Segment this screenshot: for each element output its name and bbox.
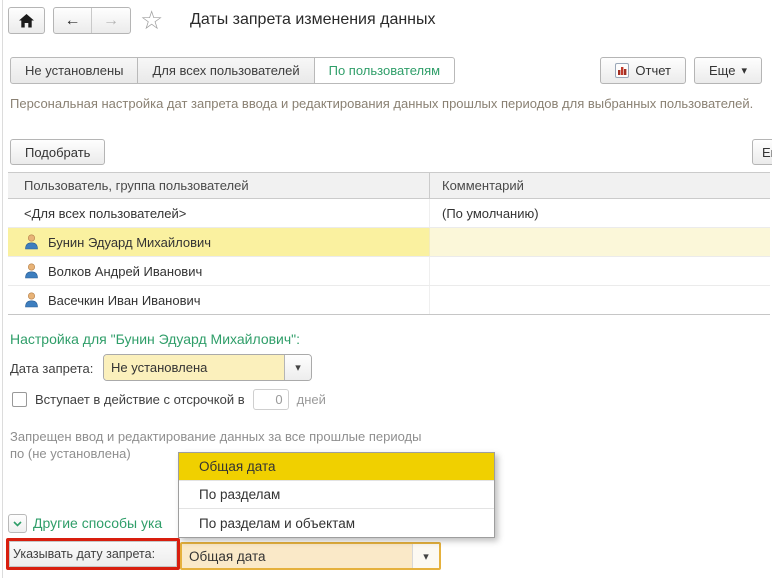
favorite-star-icon[interactable]: ☆ [140,6,163,34]
forward-button[interactable]: → [92,8,130,33]
chevron-down-icon [13,521,22,527]
cell-comment [430,257,770,285]
cell-user-text: <Для всех пользователей> [24,206,186,221]
combo-arrow-icon[interactable]: ▾ [412,544,439,568]
table-row[interactable]: Васечкин Иван Иванович [8,286,770,315]
method-combobox[interactable]: Общая дата ▾ [180,542,441,570]
method-value: Общая дата [182,544,412,568]
delay-checkbox-label: Вступает в действие с отсрочкой в [35,392,245,407]
home-icon [19,14,34,28]
page-title: Даты запрета изменения данных [190,11,436,29]
dropdown-item-by-sections[interactable]: По разделам [179,481,494,509]
cell-user-text: Волков Андрей Иванович [48,264,202,279]
description-text: Персональная настройка дат запрета ввода… [10,96,753,111]
combo-arrow-icon[interactable]: ▾ [284,355,311,380]
delay-checkbox[interactable] [12,392,27,407]
cell-user: Волков Андрей Иванович [8,257,430,285]
delay-days-input[interactable] [253,389,289,410]
cell-user: Васечкин Иван Иванович [8,286,430,314]
more-button-label: Еще [709,63,735,78]
cell-comment [430,228,770,256]
person-icon [24,263,39,279]
more-button[interactable]: Еще ▾ [694,57,762,84]
dropdown-item-by-sections-objects[interactable]: По разделам и объектам [179,509,494,537]
users-table: Пользователь, группа пользователей Комме… [8,172,770,315]
report-button[interactable]: Отчет [600,57,686,84]
window-edge-divider [2,0,3,578]
back-button[interactable]: ← [54,8,92,33]
table-row-selected[interactable]: Бунин Эдуард Михайлович [8,228,770,257]
app-window: ← → ☆ Даты запрета изменения данных Не у… [0,0,772,578]
chevron-down-icon: ▾ [741,64,747,77]
list-more-button[interactable]: Еще [752,139,772,165]
report-button-label: Отчет [635,63,671,78]
cell-comment: (По умолчанию) [430,199,770,227]
info-line-1: Запрещен ввод и редактирование данных за… [10,428,421,445]
history-nav: ← → [53,7,131,34]
delay-units-label: дней [297,392,326,407]
top-actions: Отчет Еще ▾ [600,57,762,84]
person-icon [24,234,39,250]
table-header: Пользователь, группа пользователей Комме… [8,172,770,199]
annotation-highlight-box: Указывать дату запрета: [6,538,180,570]
other-ways-header[interactable]: Другие способы ука [33,515,162,531]
collapse-toggle-button[interactable] [8,514,27,533]
person-icon [24,292,39,308]
view-tabs: Не установлены Для всех пользователей По… [10,57,455,84]
tab-by-users[interactable]: По пользователям [314,57,455,84]
cell-user-text: Бунин Эдуард Михайлович [48,235,211,250]
delay-row: Вступает в действие с отсрочкой в дней [12,389,326,410]
prohibition-date-combobox[interactable]: Не установлена ▾ [103,354,312,381]
prohibition-date-value: Не установлена [104,355,284,380]
column-header-comment[interactable]: Комментарий [430,178,770,193]
cell-user-text: Васечкин Иван Иванович [48,293,201,308]
method-label: Указывать дату запрета: [9,541,177,567]
prohibition-date-label: Дата запрета: [10,361,93,376]
home-button[interactable] [8,7,45,34]
table-row[interactable]: Волков Андрей Иванович [8,257,770,286]
report-icon [615,63,629,78]
settings-heading: Настройка для "Бунин Эдуард Михайлович": [10,331,300,347]
column-header-user[interactable]: Пользователь, группа пользователей [8,173,430,198]
dropdown-popup: Общая дата По разделам По разделам и объ… [178,452,495,538]
cell-user: <Для всех пользователей> [8,199,430,227]
pick-users-button[interactable]: Подобрать [10,139,105,165]
table-row[interactable]: <Для всех пользователей> (По умолчанию) [8,199,770,228]
dropdown-item-common-date[interactable]: Общая дата [179,453,494,481]
tab-not-set[interactable]: Не установлены [10,57,138,84]
tab-for-all-users[interactable]: Для всех пользователей [137,57,314,84]
cell-user: Бунин Эдуард Михайлович [8,228,430,256]
cell-comment [430,286,770,314]
